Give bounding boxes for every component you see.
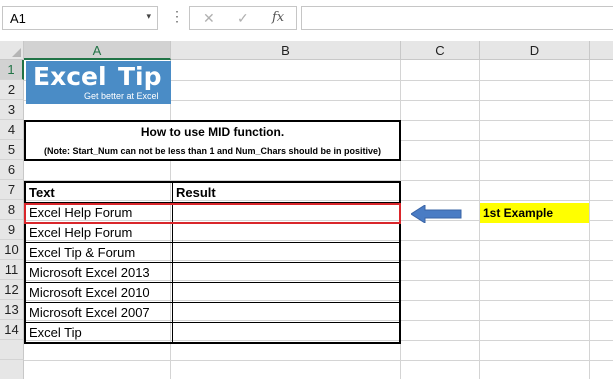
table-cell-text[interactable]: Excel Tip: [26, 323, 172, 343]
logo-tagline: Get better at Excel: [84, 91, 159, 101]
formula-input[interactable]: [301, 6, 613, 30]
chevron-down-icon[interactable]: ▾: [146, 11, 151, 22]
column-header-c[interactable]: C: [401, 41, 480, 60]
formula-buttons: ✕ ✓ fx: [189, 6, 297, 30]
page-title: How to use MID function.: [140, 125, 285, 139]
row-header-4[interactable]: 4: [0, 120, 24, 140]
row-header-13[interactable]: 13: [0, 300, 24, 320]
table-cell-result[interactable]: [172, 303, 401, 323]
table-cell-result[interactable]: [172, 263, 401, 283]
row-header-7[interactable]: 7: [0, 180, 24, 200]
column-header-b[interactable]: B: [171, 41, 401, 60]
highlight-box: [24, 203, 401, 224]
table-header-result[interactable]: Result: [172, 183, 401, 203]
table-cell-text[interactable]: Microsoft Excel 2010: [26, 283, 172, 303]
row-header-8[interactable]: 8: [0, 200, 24, 220]
select-all-button[interactable]: [0, 41, 24, 60]
table-cell-text[interactable]: Microsoft Excel 2007: [26, 303, 172, 323]
table-cell-text[interactable]: Excel Help Forum: [26, 223, 172, 243]
row-header-14[interactable]: 14: [0, 320, 24, 340]
insert-function-icon[interactable]: fx: [272, 10, 284, 25]
row-header-1[interactable]: 1: [0, 60, 24, 80]
logo-word-excel: Excel: [33, 62, 107, 91]
table-cell-result[interactable]: [172, 223, 401, 243]
row-header-9[interactable]: 9: [0, 220, 24, 240]
more-options-icon[interactable]: ⋮: [170, 8, 184, 24]
row-header-3[interactable]: 3: [0, 100, 24, 120]
row-header-5[interactable]: 5: [0, 140, 24, 160]
row-header-12[interactable]: 12: [0, 280, 24, 300]
table-cell-result[interactable]: [172, 243, 401, 263]
table-cell-result[interactable]: [172, 323, 401, 343]
exceltip-logo: Excel Tip Get better at Excel: [26, 61, 171, 104]
name-box[interactable]: A1 ▾: [2, 6, 158, 30]
arrow-left-icon: [411, 205, 462, 223]
title-box: How to use MID function. (Note: Start_Nu…: [24, 120, 401, 161]
logo-word-tip: Tip: [118, 62, 162, 91]
row-header-10[interactable]: 10: [0, 240, 24, 260]
row-header-15[interactable]: [0, 340, 24, 360]
worksheet-grid[interactable]: A B C D 1 2 3 4 5 6 7 8 9 10 11 12 13 14…: [0, 41, 613, 379]
table-cell-result[interactable]: [172, 283, 401, 303]
table-cell-text[interactable]: Microsoft Excel 2013: [26, 263, 172, 283]
row-header-2[interactable]: 2: [0, 80, 24, 100]
row-header-16[interactable]: [0, 360, 24, 379]
table-cell-text[interactable]: Excel Tip & Forum: [26, 243, 172, 263]
cancel-icon[interactable]: ✕: [203, 10, 215, 27]
example-callout[interactable]: 1st Example: [480, 203, 589, 223]
title-note: (Note: Start_Num can not be less than 1 …: [43, 146, 382, 156]
column-header-a[interactable]: A: [24, 41, 171, 60]
row-header-6[interactable]: 6: [0, 160, 24, 180]
column-header-d[interactable]: D: [480, 41, 590, 60]
column-header-e[interactable]: [590, 41, 613, 60]
name-box-value: A1: [10, 11, 26, 26]
table-header-text[interactable]: Text: [26, 183, 172, 203]
formula-bar: A1 ▾ ⋮ ✕ ✓ fx: [0, 0, 613, 36]
row-header-11[interactable]: 11: [0, 260, 24, 280]
enter-icon[interactable]: ✓: [237, 10, 249, 27]
